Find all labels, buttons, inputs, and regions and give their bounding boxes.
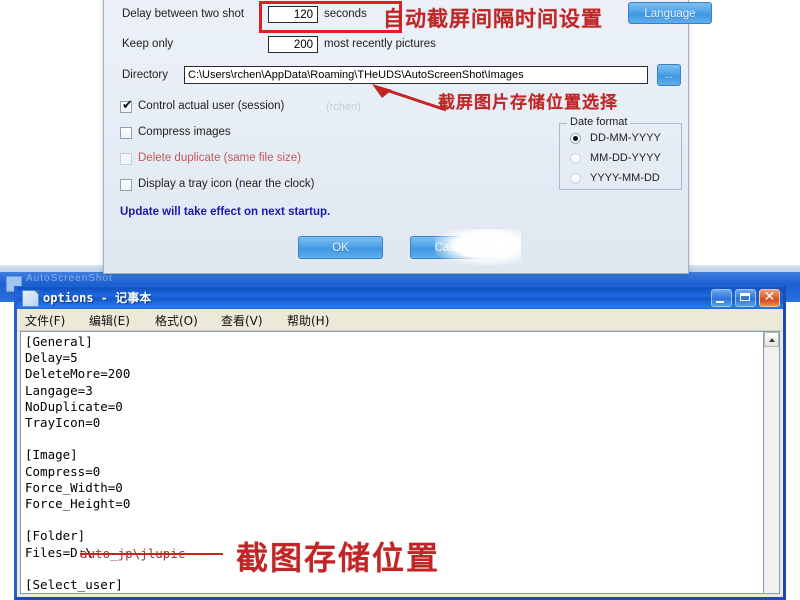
checkbox-label-control-actual-user: Control actual user (session) [138,100,285,112]
keep-only-unit-label: most recently pictures [324,38,436,50]
radio-yyyy-mm-dd[interactable] [570,173,581,184]
scroll-up-arrow-icon[interactable] [764,332,779,347]
session-user-text: (rchen) [326,101,361,113]
browse-button[interactable]: ... [657,64,681,86]
annotation-storage: 截图存储位置 [236,539,441,577]
radio-label-yyyy-mm-dd: YYYY-MM-DD [590,172,660,184]
close-icon: ✕ [763,289,776,305]
radio-label-mm-dd-yyyy: MM-DD-YYYY [590,152,661,164]
checkbox-label-delete-duplicate: Delete duplicate (same file size) [138,152,301,164]
date-format-legend: Date format [567,116,631,128]
minimize-button[interactable] [711,289,732,307]
directory-input[interactable]: C:\Users\rchen\AppData\Roaming\THeUDS\Au… [184,66,648,84]
close-button[interactable]: ✕ [759,289,780,307]
annotation-interval: 自动截屏间隔时间设置 [383,7,603,31]
delay-highlight-box [259,1,402,33]
directory-label: Directory [122,69,169,81]
notepad-titlebar[interactable]: options - 记事本 ✕ [17,286,783,310]
notepad-document-icon [22,290,39,307]
notepad-title: options - 记事本 [43,291,152,305]
ok-button[interactable]: OK [298,236,383,259]
radio-dot-icon [573,136,578,141]
menu-view[interactable]: 查看(V) [219,312,265,329]
checkbox-label-compress-images: Compress images [138,126,231,138]
menu-format[interactable]: 格式(O) [153,312,200,329]
keep-only-label: Keep only [122,38,174,50]
language-button[interactable]: Language [628,2,712,24]
menu-edit[interactable]: 编辑(E) [87,312,132,329]
checkbox-label-display-tray-icon: Display a tray icon (near the clock) [138,178,315,190]
radio-label-dd-mm-yyyy: DD-MM-YYYY [590,132,661,144]
menu-file[interactable]: 文件(F) [23,312,67,329]
checkbox-delete-duplicate[interactable] [120,153,132,165]
maximize-button[interactable] [735,289,756,307]
checkbox-display-tray-icon[interactable] [120,179,132,191]
check-tick-icon: ✔ [122,98,133,113]
notepad-vertical-scrollbar[interactable] [763,331,780,594]
notepad-menubar: 文件(F) 编辑(E) 格式(O) 查看(V) 帮助(H) [17,309,783,331]
radio-mm-dd-yyyy[interactable] [570,153,581,164]
radio-dd-mm-yyyy[interactable] [570,133,581,144]
cancel-button[interactable]: Cancel [410,236,495,259]
keep-only-input[interactable]: 200 [268,36,318,53]
delay-label: Delay between two shot [122,8,245,20]
strikethrough-line [80,553,223,555]
update-note: Update will take effect on next startup. [120,206,331,218]
triangle-up-icon [769,338,775,342]
menu-help[interactable]: 帮助(H) [285,312,331,329]
annotation-directory: 截屏图片存储位置选择 [438,93,618,113]
checkbox-compress-images[interactable] [120,127,132,139]
background-window-title: AutoScreenShot [26,273,113,284]
checkbox-control-actual-user[interactable]: ✔ [120,98,133,113]
options-dialog: Delay between two shot 120 seconds Keep … [103,0,712,274]
